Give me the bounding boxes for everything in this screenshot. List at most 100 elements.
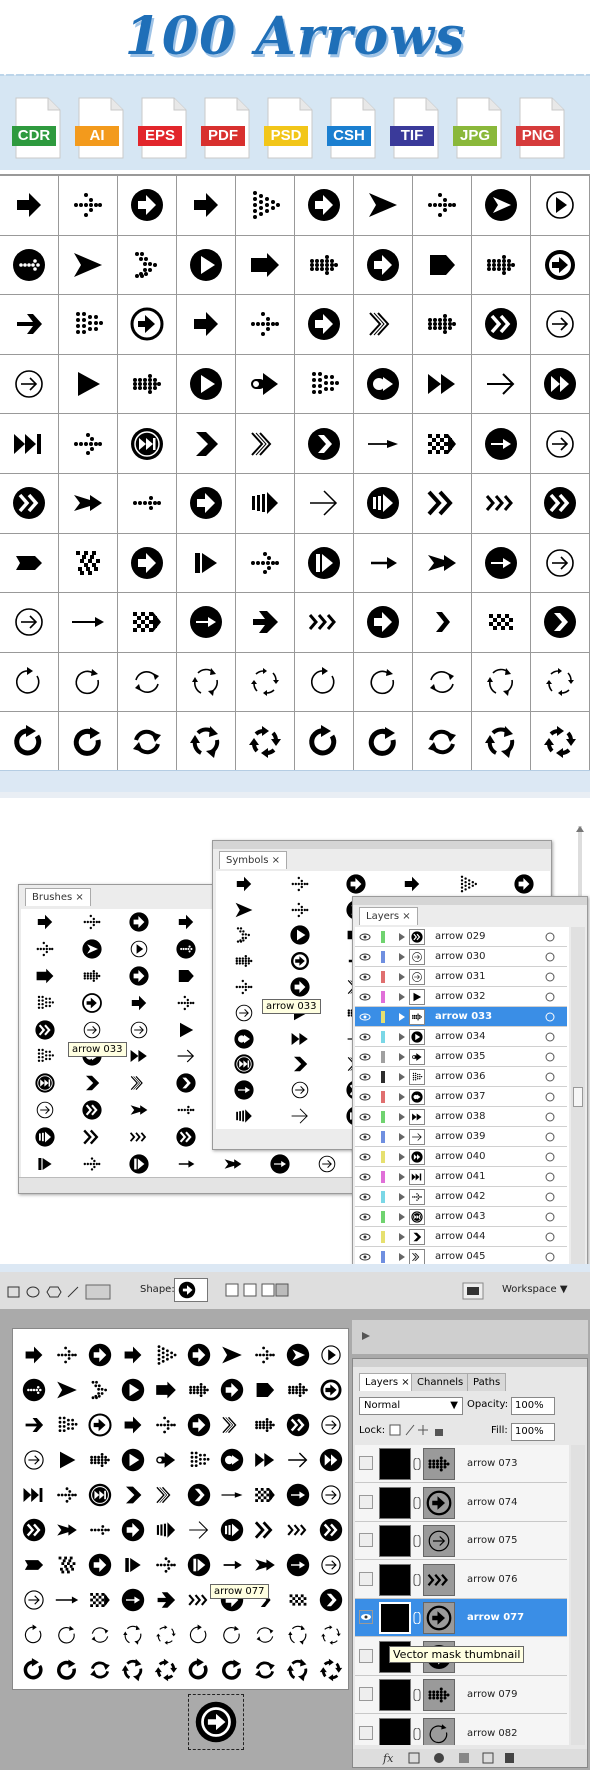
arrow-circle-skip-icon[interactable] [83, 1477, 116, 1512]
refresh-triple-bold-icon[interactable] [281, 1652, 314, 1687]
arrow-circle-filled-icon[interactable] [328, 871, 384, 897]
target-icon[interactable] [545, 952, 555, 962]
arrow-chevron-icon[interactable] [272, 1052, 328, 1078]
arrow-line-icon[interactable] [162, 1043, 209, 1070]
arrow-pentagon-icon[interactable] [248, 1372, 281, 1407]
arrow-dotted-lines-icon[interactable] [182, 1442, 215, 1477]
refresh-double-icon[interactable] [248, 1617, 281, 1652]
eye-icon[interactable] [359, 1212, 371, 1222]
arrow-circle-outline-thin-icon[interactable] [272, 1077, 328, 1103]
arrow-circle-chevron-double-icon[interactable] [314, 1512, 347, 1547]
eye-icon[interactable] [359, 932, 371, 942]
blend-mode-select[interactable]: Normal ▼ [359, 1397, 463, 1415]
refresh-open-bold-icon[interactable] [17, 1652, 50, 1687]
layer-row[interactable]: arrow 077 [355, 1599, 567, 1637]
arrow-circle-outline-thin-icon[interactable] [314, 1477, 347, 1512]
refresh-double-bold-icon[interactable] [248, 1652, 281, 1687]
refresh-triple-icon[interactable] [116, 1617, 149, 1652]
expand-icon[interactable] [399, 1073, 405, 1081]
layer-thumbnail[interactable] [379, 1602, 411, 1634]
visibility-toggle[interactable] [359, 1571, 373, 1586]
arrow-circle-line-icon[interactable] [281, 1477, 314, 1512]
refresh-quad-icon[interactable] [314, 1617, 347, 1652]
vector-mask-thumbnail[interactable] [423, 1525, 455, 1557]
eye-icon[interactable] [359, 972, 371, 982]
shape-selection[interactable] [188, 1694, 244, 1750]
workspace-menu[interactable]: Workspace ▼ [502, 1284, 568, 1295]
arrow-solid-icon[interactable] [162, 909, 209, 936]
arrow-dotted-icon[interactable] [21, 936, 68, 963]
layer-row[interactable]: arrow 029 [355, 927, 567, 947]
shape-tools[interactable] [6, 1284, 116, 1300]
opacity-field[interactable]: 100% [511, 1397, 555, 1415]
arrow-circle-skip-icon[interactable] [216, 1052, 272, 1078]
layer-row[interactable]: arrow 030 [355, 947, 567, 967]
eye-icon[interactable] [359, 952, 371, 962]
arrow-triangle-icon[interactable] [162, 1016, 209, 1043]
arrow-circle-outline-thin-icon[interactable] [21, 1097, 68, 1124]
eye-icon[interactable] [359, 1052, 371, 1062]
arrow-circle-chevron-double-icon[interactable] [68, 1097, 115, 1124]
refresh-triple-icon[interactable] [281, 1617, 314, 1652]
arrow-dotted-icon[interactable] [162, 989, 209, 1016]
refresh-double-icon[interactable] [83, 1617, 116, 1652]
layer-row[interactable]: arrow 076 [355, 1561, 567, 1599]
arrow-dotted-icon[interactable] [272, 897, 328, 923]
target-icon[interactable] [545, 1052, 555, 1062]
panel-handle[interactable] [213, 841, 551, 849]
layer-row[interactable]: arrow 043 [355, 1207, 567, 1227]
arrow-circle-outline-play-icon[interactable] [314, 1337, 347, 1372]
arrow-block-icon[interactable] [21, 963, 68, 990]
arrow-circle-play-icon[interactable] [116, 1442, 149, 1477]
tab-paths[interactable]: Paths [467, 1373, 507, 1391]
arrow-skip-icon[interactable] [17, 1477, 50, 1512]
arrow-dotted-thin-icon[interactable] [149, 1547, 182, 1582]
arrow-chevron-double-icon[interactable] [68, 1123, 115, 1150]
refresh-double-bold-icon[interactable] [83, 1652, 116, 1687]
layer-thumbnail[interactable] [379, 1679, 411, 1711]
expand-icon[interactable] [399, 1133, 405, 1141]
visibility-toggle[interactable] [359, 1687, 373, 1701]
link-icon[interactable] [413, 1535, 421, 1547]
layer-row[interactable]: arrow 075 [355, 1522, 567, 1560]
layer-row[interactable]: arrow 082 [355, 1715, 567, 1745]
arrow-circle-dart-icon[interactable] [68, 936, 115, 963]
arrow-chevron-double-outline-icon[interactable] [149, 1477, 182, 1512]
arrow-fastforward-icon[interactable] [248, 1442, 281, 1477]
layer-thumbnail[interactable] [379, 1486, 411, 1519]
arrow-feather-icon[interactable] [209, 1150, 256, 1177]
eye-icon[interactable] [359, 1192, 371, 1202]
arrow-circle-outline-thick-icon[interactable] [314, 1372, 347, 1407]
arrow-dart-icon[interactable] [216, 897, 272, 923]
arrow-solid-icon[interactable] [116, 1337, 149, 1372]
arrow-circle-filled-icon[interactable] [116, 1512, 149, 1547]
arrow-dotted-icon[interactable] [216, 974, 272, 1000]
expand-icon[interactable] [399, 1053, 405, 1061]
eye-icon[interactable] [359, 1132, 371, 1142]
arrow-chevron-triple-icon[interactable] [281, 1512, 314, 1547]
bridge-icon[interactable] [462, 1282, 484, 1300]
layer-row[interactable]: arrow 073 [355, 1445, 567, 1483]
arrow-dotted-triangle-icon[interactable] [149, 1337, 182, 1372]
target-icon[interactable] [545, 1152, 555, 1162]
layers-scrollbar[interactable] [571, 1445, 585, 1745]
arrow-line-small-icon[interactable] [162, 1150, 209, 1177]
layer-row[interactable]: arrow 074 [355, 1484, 567, 1522]
arrow-dotted-triangle-icon[interactable] [440, 871, 496, 897]
layer-thumbnail[interactable] [379, 1525, 411, 1557]
layer-row[interactable]: arrow 038 [355, 1107, 567, 1127]
arrow-circle-outline-arrow-icon[interactable] [68, 989, 115, 1016]
arrow-circle-chevron-double-icon[interactable] [17, 1512, 50, 1547]
arrow-line-chevron-icon[interactable] [272, 1103, 328, 1129]
arrow-dotted-icon[interactable] [50, 1337, 83, 1372]
layers-scrollbar[interactable] [571, 927, 585, 1271]
arrow-chevron-triple-icon[interactable] [115, 1123, 162, 1150]
visibility-toggle[interactable] [359, 1725, 373, 1740]
layer-row[interactable]: arrow 040 [355, 1147, 567, 1167]
expand-icon[interactable] [399, 973, 405, 981]
arrow-toggle-icon[interactable] [149, 1442, 182, 1477]
arrow-circle-chevron-double-icon[interactable] [162, 1123, 209, 1150]
eye-icon[interactable] [359, 1012, 371, 1022]
layer-row[interactable]: arrow 037 [355, 1087, 567, 1107]
arrow-solid-icon[interactable] [115, 989, 162, 1016]
